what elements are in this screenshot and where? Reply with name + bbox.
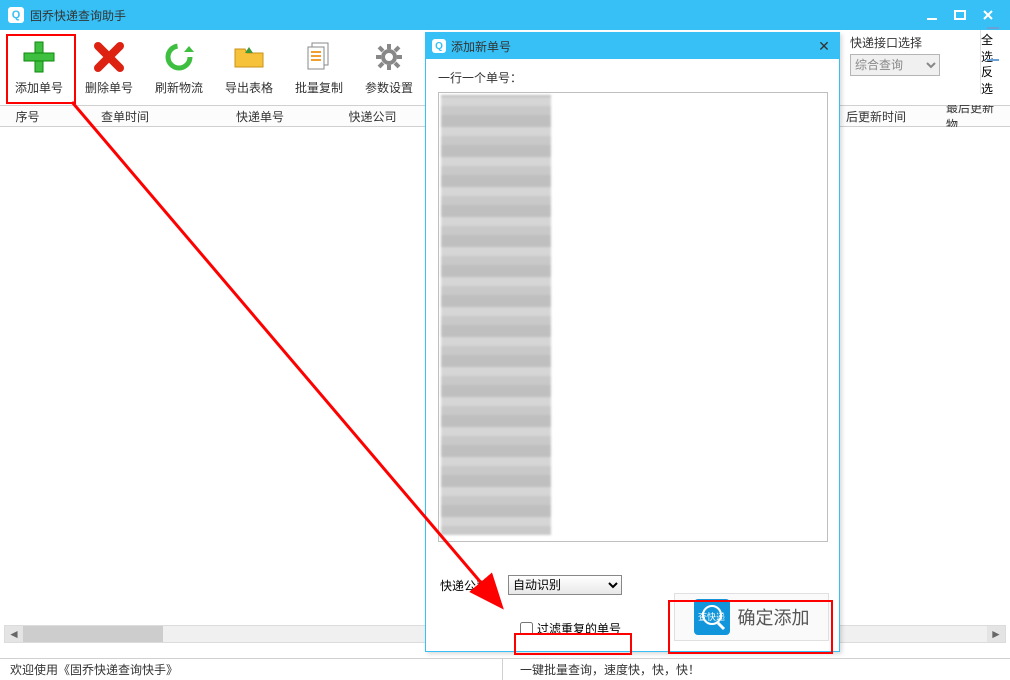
export-label: 导出表格: [225, 79, 273, 96]
settings-button[interactable]: 参数设置: [354, 34, 424, 100]
gear-icon: [371, 39, 407, 75]
confirm-add-button[interactable]: 查快递 确定添加: [674, 593, 829, 641]
close-button[interactable]: [974, 5, 1002, 25]
col-last-update[interactable]: 后更新时间: [840, 108, 940, 125]
refresh-button[interactable]: 刷新物流: [144, 34, 214, 100]
company-row: 快递公司： 自动识别: [440, 575, 622, 595]
company-select[interactable]: 自动识别: [508, 575, 622, 595]
dialog-title: 添加新单号: [451, 38, 815, 55]
scroll-right-arrow[interactable]: ►: [987, 626, 1005, 642]
delete-icon: [91, 39, 127, 75]
batch-copy-label: 批量复制: [295, 79, 343, 96]
dialog-titlebar: Q 添加新单号 ✕: [426, 33, 839, 59]
col-company[interactable]: 快递公司: [325, 108, 420, 125]
status-left: 欢迎使用《固乔快递查询快手》: [0, 661, 188, 678]
select-all-button[interactable]: 全选: [980, 30, 1004, 62]
confirm-add-label: 确定添加: [738, 604, 810, 630]
batch-copy-button[interactable]: 批量复制: [284, 34, 354, 100]
minimize-button[interactable]: [918, 5, 946, 25]
search-express-icon: 查快递: [694, 599, 730, 635]
dialog-hint: 一行一个单号：: [438, 69, 827, 86]
side-buttons: 全选 反选: [980, 30, 1004, 94]
dialog-icon: Q: [432, 39, 446, 53]
col-track-no[interactable]: 快递单号: [195, 108, 325, 125]
folder-icon: [231, 39, 267, 75]
scroll-left-arrow[interactable]: ◄: [5, 626, 23, 642]
dialog-close-button[interactable]: ✕: [815, 38, 833, 55]
company-label: 快递公司：: [440, 577, 500, 594]
add-tracking-button[interactable]: 添加单号: [4, 34, 74, 100]
status-bar: 欢迎使用《固乔快递查询快手》 一键批量查询，速度快，快，快！: [0, 658, 1010, 680]
add-tracking-label: 添加单号: [15, 79, 63, 96]
scroll-thumb[interactable]: [23, 626, 163, 642]
app-icon: Q: [8, 7, 24, 23]
app-title: 固乔快递查询助手: [30, 7, 126, 24]
filter-duplicate-input[interactable]: [520, 622, 533, 635]
window-titlebar: Q 固乔快递查询助手: [0, 0, 1010, 30]
interface-select[interactable]: 综合查询: [850, 54, 940, 76]
delete-tracking-label: 删除单号: [85, 79, 133, 96]
refresh-label: 刷新物流: [155, 79, 203, 96]
settings-label: 参数设置: [365, 79, 413, 96]
delete-tracking-button[interactable]: 删除单号: [74, 34, 144, 100]
add-tracking-dialog: Q 添加新单号 ✕ 一行一个单号： 快递公司： 自动识别 过滤重复的单号 查快递…: [425, 32, 840, 652]
filter-duplicate-checkbox[interactable]: 过滤重复的单号: [520, 620, 621, 637]
refresh-icon: [161, 39, 197, 75]
maximize-button[interactable]: [946, 5, 974, 25]
export-button[interactable]: 导出表格: [214, 34, 284, 100]
status-right: 一键批量查询，速度快，快，快！: [510, 661, 710, 678]
interface-label: 快递接口选择: [850, 34, 922, 51]
col-seq[interactable]: 序号: [0, 108, 55, 125]
plus-icon: [21, 39, 57, 75]
invert-selection-button[interactable]: 反选: [980, 62, 1004, 94]
tracking-numbers-input[interactable]: [438, 92, 828, 542]
col-query-time[interactable]: 查单时间: [55, 108, 195, 125]
checkbox-icon: [987, 27, 999, 29]
checkbox-icon: [987, 59, 999, 61]
copy-icon: [301, 39, 337, 75]
interface-panel: 快递接口选择 综合查询: [850, 30, 980, 105]
